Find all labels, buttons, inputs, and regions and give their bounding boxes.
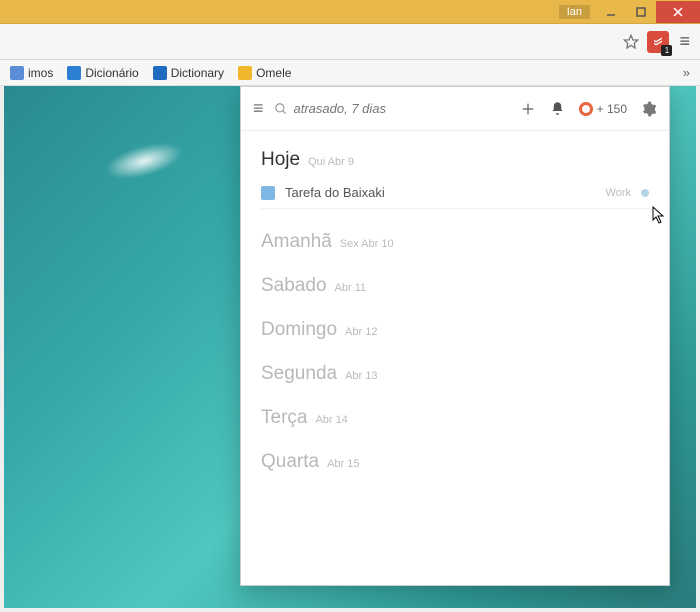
browser-menu-icon[interactable]: ≡ (675, 31, 694, 52)
window-titlebar: Ian (0, 0, 700, 24)
day-section: Domingo Abr 12 (261, 319, 649, 341)
menu-icon[interactable]: ≡ (253, 98, 264, 119)
task-checkbox[interactable] (261, 186, 275, 200)
notifications-icon[interactable] (550, 101, 565, 116)
task-title: Tarefa do Baixaki (285, 185, 596, 200)
mouse-cursor (652, 206, 666, 224)
bookmark-label: Omele (256, 66, 291, 80)
search-input[interactable] (294, 101, 510, 116)
task-row[interactable]: Tarefa do Baixaki Work (261, 177, 649, 209)
bookmarks-bar: imos Dicionário Dictionary Omele » (0, 60, 700, 86)
todoist-popup: ≡ + 150 (240, 86, 670, 586)
day-date: Abr 12 (345, 326, 377, 338)
user-tag: Ian (559, 5, 590, 19)
browser-toolbar: ≡ (0, 24, 700, 60)
day-date: Abr 14 (315, 414, 347, 426)
todoist-extension-icon[interactable] (647, 31, 669, 53)
settings-icon[interactable] (641, 101, 657, 117)
day-section: Quarta Abr 15 (261, 451, 649, 473)
page-content: ≡ + 150 (4, 86, 696, 608)
popup-header: ≡ + 150 (241, 87, 669, 131)
day-name: Segunda (261, 363, 337, 385)
bookmark-item[interactable]: Omele (238, 66, 291, 80)
bookmark-item[interactable]: imos (10, 66, 53, 80)
day-name: Quarta (261, 451, 319, 473)
search-field[interactable] (274, 101, 510, 116)
minimize-button[interactable] (596, 1, 626, 23)
task-project-dot (641, 189, 649, 197)
karma-score[interactable]: + 150 (579, 102, 627, 116)
karma-points: + 150 (597, 102, 627, 116)
bookmark-favicon (238, 66, 252, 80)
day-section-today: Hoje Qui Abr 9 Tarefa do Baixaki Work (261, 149, 649, 209)
popup-body: Hoje Qui Abr 9 Tarefa do Baixaki Work Am… (241, 131, 669, 585)
bookmark-label: Dicionário (85, 66, 138, 80)
bookmark-item[interactable]: Dictionary (153, 66, 224, 80)
day-section: Segunda Abr 13 (261, 363, 649, 385)
day-section: Terça Abr 14 (261, 407, 649, 429)
wallpaper-detail (101, 136, 186, 186)
day-date: Sex Abr 10 (340, 238, 394, 250)
bookmarks-overflow-icon[interactable]: » (683, 65, 690, 80)
bookmark-favicon (67, 66, 81, 80)
day-date: Abr 15 (327, 458, 359, 470)
bookmark-label: imos (28, 66, 53, 80)
bookmark-item[interactable]: Dicionário (67, 66, 138, 80)
day-name: Hoje (261, 149, 300, 171)
day-name: Sabado (261, 275, 327, 297)
day-date: Abr 11 (335, 282, 367, 294)
search-icon (274, 102, 288, 116)
star-icon[interactable] (621, 32, 641, 52)
bookmark-label: Dictionary (171, 66, 224, 80)
add-task-icon[interactable] (520, 101, 536, 117)
karma-ring-icon (579, 102, 593, 116)
day-date: Qui Abr 9 (308, 156, 354, 168)
day-name: Domingo (261, 319, 337, 341)
day-date: Abr 13 (345, 370, 377, 382)
day-section: Sabado Abr 11 (261, 275, 649, 297)
day-section: Amanhã Sex Abr 10 (261, 231, 649, 253)
bookmark-favicon (10, 66, 24, 80)
close-button[interactable] (656, 1, 700, 23)
maximize-button[interactable] (626, 1, 656, 23)
task-project-label[interactable]: Work (606, 187, 631, 199)
bookmark-favicon (153, 66, 167, 80)
day-name: Amanhã (261, 231, 332, 253)
day-name: Terça (261, 407, 307, 429)
